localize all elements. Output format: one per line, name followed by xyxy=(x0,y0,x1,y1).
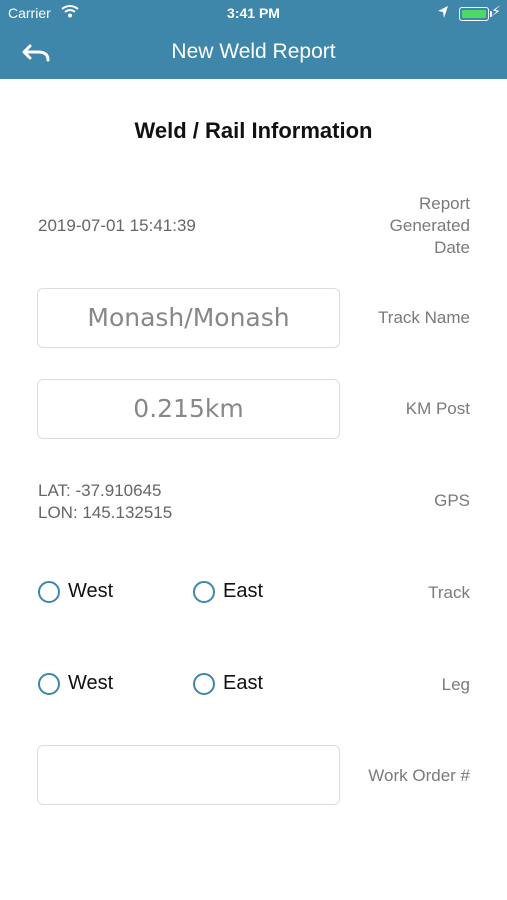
track-label: Track xyxy=(428,583,470,602)
page-title: New Weld Report xyxy=(171,40,336,63)
km-post-field[interactable]: 0.215km xyxy=(37,379,340,439)
work-order-label: Work Order # xyxy=(368,766,470,785)
radio-label: West xyxy=(68,672,114,694)
track-west-radio[interactable]: West xyxy=(38,580,113,603)
gps-label: GPS xyxy=(434,491,470,510)
charging-bolt-icon: ⚡ xyxy=(491,3,501,19)
radio-label: East xyxy=(223,672,264,694)
report-date-label-line: Generated xyxy=(389,216,470,235)
report-date-label: Report Generated Date xyxy=(390,193,470,259)
header-bar: Carrier 3:41 PM ⚡ New Weld Report xyxy=(0,0,507,79)
radio-circle-icon xyxy=(38,580,60,603)
track-name-label: Track Name xyxy=(378,308,470,327)
leg-label: Leg xyxy=(441,675,470,694)
report-date-label-line: Date xyxy=(434,238,470,257)
report-date-label-line: Report xyxy=(418,194,470,213)
radio-circle-icon xyxy=(193,580,215,603)
location-arrow-icon xyxy=(437,5,449,22)
leg-west-radio[interactable]: West xyxy=(38,672,113,695)
gps-lon-value: LON: 145.132515 xyxy=(38,503,173,522)
radio-circle-icon xyxy=(193,672,215,695)
radio-label: West xyxy=(68,580,114,602)
clock: 3:41 PM xyxy=(227,5,280,21)
leg-east-radio[interactable]: East xyxy=(193,672,263,695)
track-name-field[interactable]: Monash/Monash xyxy=(37,288,340,348)
section-title: Weld / Rail Information xyxy=(134,118,373,143)
track-east-radio[interactable]: East xyxy=(193,580,263,603)
report-date-value: 2019-07-01 15:41:39 xyxy=(38,216,196,235)
radio-label: East xyxy=(223,580,264,602)
gps-lat-value: LAT: -37.910645 xyxy=(38,481,162,500)
radio-circle-icon xyxy=(38,672,60,695)
work-order-field[interactable] xyxy=(37,745,340,805)
status-bar: Carrier 3:41 PM ⚡ xyxy=(0,0,507,28)
km-post-label: KM Post xyxy=(405,399,470,418)
battery-icon xyxy=(459,7,492,21)
